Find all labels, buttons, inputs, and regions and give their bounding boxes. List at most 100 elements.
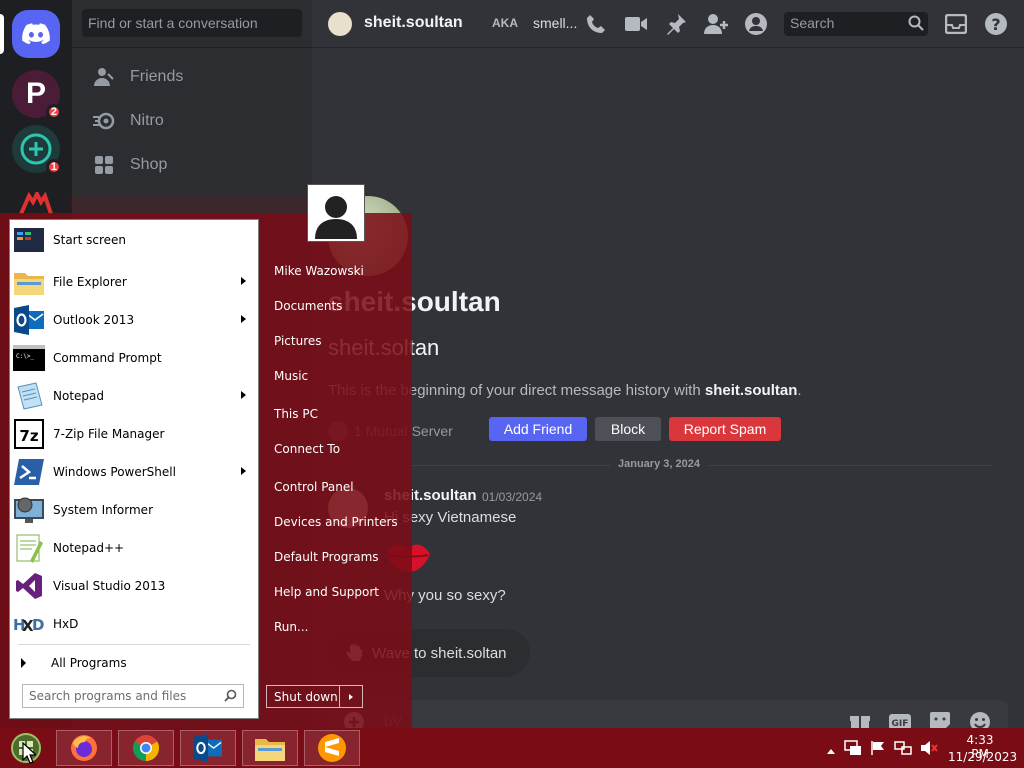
place-help-and-support[interactable]: Help and Support [274, 585, 379, 599]
svg-text:7z: 7z [19, 427, 38, 445]
program-hxd[interactable]: HXD HxD [10, 606, 258, 642]
header-username[interactable]: sheit.soultan [364, 14, 463, 32]
selected-indicator [0, 14, 4, 54]
search-programs-input[interactable]: Search programs and files [22, 684, 244, 708]
program-outlook-2013[interactable]: Outlook 2013 [10, 302, 258, 338]
volume-muted-icon[interactable] [920, 740, 938, 761]
server-p-button[interactable]: P 2 [12, 70, 62, 120]
video-call-icon[interactable] [624, 12, 648, 36]
program-windows-powershell[interactable]: Windows PowerShell [10, 454, 258, 490]
search-icon [224, 689, 237, 702]
network-icon[interactable] [894, 740, 912, 761]
search-icon [908, 15, 924, 31]
all-programs-label: All Programs [51, 656, 127, 670]
place-run[interactable]: Run... [274, 620, 308, 634]
header-search-input[interactable]: Search [784, 12, 928, 36]
hxd-icon: HXD [13, 608, 45, 640]
shutdown-button[interactable]: Shut down [267, 690, 339, 704]
system-informer-icon [13, 494, 45, 526]
sublime-text-icon [318, 734, 346, 762]
start-menu: Start screen File Explorer Outlook 2013 … [0, 185, 412, 728]
all-programs-button[interactable]: All Programs [10, 650, 258, 676]
taskbar: 4:33 PM 11/29/2023 [0, 728, 1024, 768]
add-friend-button[interactable]: Add Friend [489, 417, 587, 441]
program-7zip[interactable]: 7z 7-Zip File Manager [10, 416, 258, 452]
place-documents[interactable]: Documents [274, 299, 342, 313]
display-icon[interactable] [844, 740, 862, 761]
report-spam-button[interactable]: Report Spam [669, 417, 781, 441]
place-this-pc[interactable]: This PC [274, 407, 318, 421]
server-plus-button[interactable]: 1 [12, 125, 62, 175]
firefox-icon [71, 735, 97, 761]
user-silhouette-icon [315, 196, 357, 239]
program-label: File Explorer [53, 275, 127, 289]
friends-icon [92, 65, 116, 89]
program-visual-studio-2013[interactable]: Visual Studio 2013 [10, 568, 258, 604]
header-avatar[interactable] [328, 12, 352, 36]
place-control-panel[interactable]: Control Panel [274, 480, 354, 494]
block-button[interactable]: Block [595, 417, 661, 441]
program-notepad[interactable]: Notepad [10, 378, 258, 414]
program-system-informer[interactable]: System Informer [10, 492, 258, 528]
add-friend-to-dm-icon[interactable] [704, 12, 728, 36]
help-icon[interactable]: ? [984, 12, 1008, 36]
message-timestamp: 01/03/2024 [482, 490, 543, 504]
search-programs-placeholder: Search programs and files [29, 689, 187, 703]
svg-text:?: ? [991, 15, 1000, 34]
date-divider-label: January 3, 2024 [610, 458, 708, 470]
friends-nav-item[interactable]: Friends [80, 56, 304, 98]
svg-text:C:\>_: C:\>_ [16, 353, 34, 360]
program-label: System Informer [53, 503, 154, 517]
mouse-cursor-icon [22, 742, 36, 764]
taskbar-chrome[interactable] [118, 730, 174, 766]
intro-text-suffix: . [797, 382, 802, 399]
friends-label: Friends [130, 68, 184, 85]
header-search-placeholder: Search [790, 15, 835, 31]
place-default-programs[interactable]: Default Programs [274, 550, 379, 564]
show-hidden-icons-icon[interactable] [826, 742, 836, 760]
place-devices-and-printers[interactable]: Devices and Printers [274, 515, 398, 529]
taskbar-outlook[interactable] [180, 730, 236, 766]
chat-area: sheit.soultan sheit.soltan This is the b… [312, 48, 1024, 744]
shutdown-options-button[interactable] [340, 693, 362, 700]
shop-icon [92, 153, 116, 177]
taskbar-file-explorer[interactable] [242, 730, 298, 766]
place-music[interactable]: Music [274, 369, 308, 383]
expand-arrow-icon [21, 658, 26, 668]
server-p-icon: P [25, 77, 46, 110]
program-start-screen[interactable]: Start screen [10, 222, 258, 258]
discord-logo-icon [22, 23, 50, 45]
nitro-nav-item[interactable]: Nitro [80, 100, 304, 142]
place-pictures[interactable]: Pictures [274, 334, 322, 348]
direct-messages-home-button[interactable] [12, 10, 60, 58]
user-account-picture[interactable] [308, 185, 364, 241]
find-conversation-input[interactable]: Find or start a conversation [82, 9, 302, 37]
place-connect-to[interactable]: Connect To [274, 442, 340, 456]
program-label: Visual Studio 2013 [53, 579, 166, 593]
program-label: HxD [53, 617, 79, 631]
submenu-arrow-icon [241, 315, 246, 323]
file-explorer-icon [255, 739, 285, 761]
aka-nickname: smell... [533, 15, 578, 31]
start-screen-icon [13, 224, 45, 256]
file-explorer-icon [13, 266, 45, 298]
program-command-prompt[interactable]: C:\>_ Command Prompt [10, 340, 258, 376]
outlook-icon [194, 734, 222, 762]
system-tray [826, 740, 938, 761]
program-label: Windows PowerShell [53, 465, 176, 479]
user-profile-icon[interactable] [744, 12, 768, 36]
program-notepad-plus-plus[interactable]: Notepad++ [10, 530, 258, 566]
clock-date[interactable]: 11/29/2023 [948, 750, 1017, 764]
action-center-flag-icon[interactable] [870, 740, 886, 761]
program-label: Notepad [53, 389, 104, 403]
nitro-label: Nitro [130, 112, 164, 129]
program-file-explorer[interactable]: File Explorer [10, 264, 258, 300]
taskbar-firefox[interactable] [56, 730, 112, 766]
taskbar-sublime-text[interactable] [304, 730, 360, 766]
shop-nav-item[interactable]: Shop [80, 144, 304, 186]
7zip-icon: 7z [13, 418, 45, 450]
inbox-icon[interactable] [944, 12, 968, 36]
voice-call-icon[interactable] [584, 12, 608, 36]
pinned-messages-icon[interactable] [664, 12, 688, 36]
place-user-folder[interactable]: Mike Wazowski [274, 264, 364, 278]
